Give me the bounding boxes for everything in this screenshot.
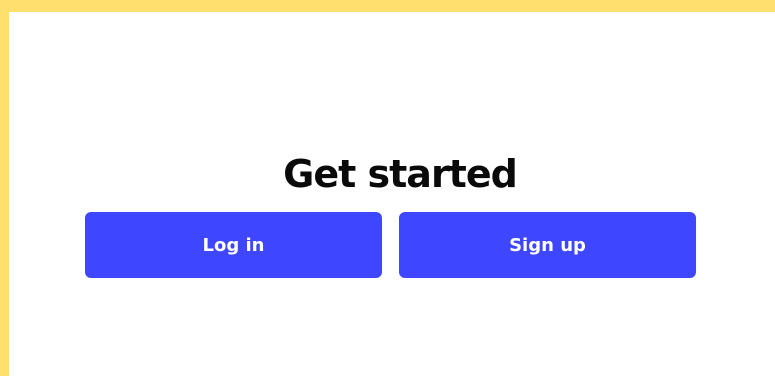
auth-panel: Get started Log in Sign up: [9, 12, 775, 376]
login-button[interactable]: Log in: [85, 212, 382, 278]
page-title: Get started: [283, 152, 518, 196]
signup-button[interactable]: Sign up: [399, 212, 696, 278]
